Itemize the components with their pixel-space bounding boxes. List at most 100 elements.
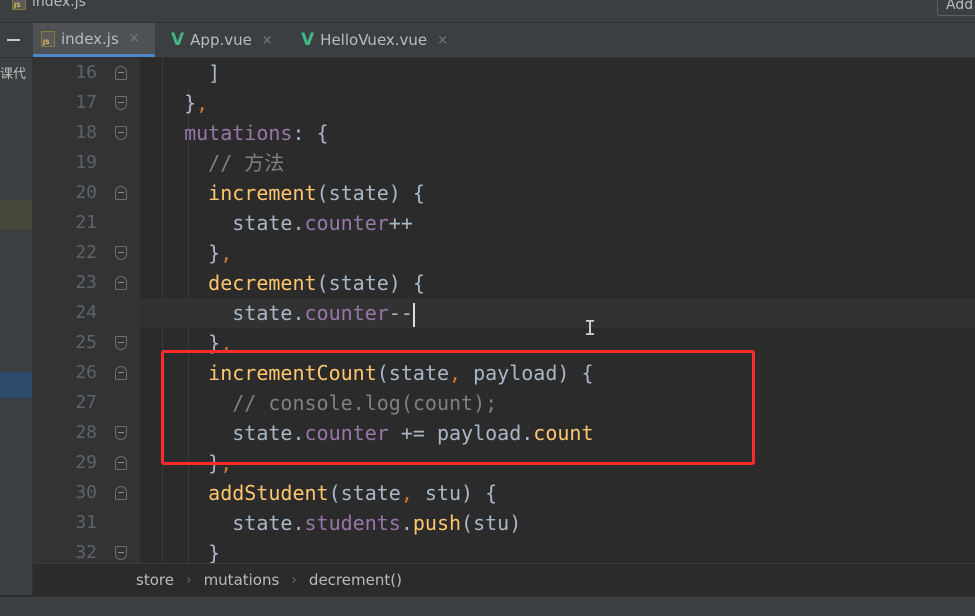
- code-token: ,: [196, 91, 209, 115]
- code-token: push: [412, 511, 462, 535]
- breadcrumb: store › mutations › decrement(): [33, 563, 975, 595]
- code-line[interactable]: state.counter++: [160, 208, 413, 238]
- tab-label: HelloVuex.vue: [320, 31, 428, 49]
- breadcrumb-item-store[interactable]: store: [136, 571, 174, 589]
- code-line[interactable]: // 方法: [160, 148, 284, 178]
- code-token: // 方法: [208, 151, 285, 175]
- project-panel-selection[interactable]: [0, 372, 32, 398]
- ide-window: index.js Add index.js × V App.vue × V He…: [0, 0, 975, 616]
- code-token: (state) {: [316, 181, 425, 205]
- fold-marker-icon[interactable]: [115, 486, 127, 500]
- code-line[interactable]: state.counter--: [160, 298, 415, 328]
- code-token: state.: [232, 301, 305, 325]
- project-panel-label: 课代: [0, 67, 27, 82]
- vue-file-icon: V: [171, 30, 185, 50]
- code-token: --: [388, 301, 413, 325]
- code-token: addStudent: [208, 481, 329, 505]
- tab-app-vue[interactable]: V App.vue ×: [163, 23, 291, 57]
- close-icon[interactable]: ×: [129, 31, 140, 46]
- code-token: counter: [304, 301, 389, 325]
- close-icon[interactable]: ×: [262, 33, 273, 48]
- line-number: 25: [75, 332, 97, 353]
- code-token: .: [400, 511, 413, 535]
- code-token: decrement: [208, 271, 317, 295]
- fold-marker-icon[interactable]: [115, 456, 127, 470]
- code-token: ]: [208, 61, 221, 85]
- vue-file-icon: V: [301, 30, 315, 50]
- code-token: ++: [388, 211, 413, 235]
- fold-marker-icon[interactable]: [115, 66, 127, 80]
- line-number: 24: [75, 302, 97, 323]
- code-token: ,: [400, 481, 413, 505]
- code-token: state.: [232, 211, 305, 235]
- code-token: }: [208, 241, 221, 265]
- code-line[interactable]: mutations: {: [160, 118, 329, 148]
- js-file-icon: [41, 30, 55, 47]
- breadcrumb-item-mutations[interactable]: mutations: [204, 571, 280, 589]
- title-file: index.js: [12, 0, 86, 10]
- breadcrumb-separator: ›: [291, 571, 297, 588]
- tab-label: App.vue: [190, 31, 252, 49]
- fold-marker-icon[interactable]: [115, 126, 127, 140]
- title-file-name: index.js: [32, 0, 86, 10]
- line-number: 17: [75, 92, 97, 113]
- code-line[interactable]: addStudent(state, stu) {: [160, 478, 497, 508]
- fold-marker-icon[interactable]: [115, 276, 127, 290]
- fold-marker-icon[interactable]: [115, 246, 127, 260]
- breadcrumb-separator: ›: [185, 571, 192, 588]
- add-button[interactable]: Add: [937, 0, 975, 16]
- line-number: 21: [75, 212, 97, 233]
- line-number: 19: [75, 152, 97, 173]
- line-number: 20: [75, 182, 97, 203]
- line-number: 31: [75, 512, 97, 533]
- fold-marker-icon[interactable]: [115, 426, 127, 440]
- line-number: 18: [75, 122, 97, 143]
- tab-index-js[interactable]: index.js ×: [33, 23, 155, 57]
- line-number: 23: [75, 272, 97, 293]
- fold-marker-icon[interactable]: [115, 546, 127, 560]
- code-token: : {: [292, 121, 329, 145]
- code-line[interactable]: }: [160, 538, 220, 563]
- fold-marker-icon[interactable]: [115, 336, 127, 350]
- editor-tab-bar: index.js × V App.vue × V HelloVuex.vue ×: [0, 23, 975, 58]
- code-line[interactable]: },: [160, 238, 232, 268]
- code-line[interactable]: ]: [160, 58, 220, 88]
- code-editor[interactable]: ] }, mutations: { // 方法 increment(state)…: [140, 58, 975, 563]
- text-caret: [412, 302, 415, 327]
- code-line[interactable]: },: [160, 88, 208, 118]
- code-token: (state) {: [316, 271, 425, 295]
- title-strip: index.js Add: [0, 0, 975, 23]
- breadcrumb-item-decrement[interactable]: decrement(): [309, 571, 402, 589]
- project-panel-highlight: [0, 200, 32, 230]
- collapse-icon[interactable]: [0, 23, 28, 57]
- code-token: }: [208, 541, 221, 563]
- code-token: }: [184, 91, 197, 115]
- project-panel-strip: 课代: [0, 58, 33, 595]
- text-cursor-icon: I: [584, 316, 597, 340]
- code-line[interactable]: state.students.push(stu): [160, 508, 521, 538]
- code-token: ,: [220, 241, 233, 265]
- code-token: mutations: [184, 121, 293, 145]
- fold-marker-icon[interactable]: [115, 186, 127, 200]
- line-number: 30: [75, 482, 97, 503]
- js-file-icon: [12, 0, 26, 10]
- code-token: state.: [232, 511, 305, 535]
- tab-hellovuex-vue[interactable]: V HelloVuex.vue ×: [293, 23, 468, 57]
- line-number: 29: [75, 452, 97, 473]
- tab-label: index.js: [61, 29, 119, 48]
- line-number: 22: [75, 242, 97, 263]
- fold-marker-icon[interactable]: [115, 96, 127, 110]
- line-number: 27: [75, 392, 97, 413]
- fold-marker-icon[interactable]: [115, 366, 127, 380]
- close-icon[interactable]: ×: [437, 33, 448, 48]
- code-line[interactable]: decrement(state) {: [160, 268, 425, 298]
- code-line[interactable]: increment(state) {: [160, 178, 425, 208]
